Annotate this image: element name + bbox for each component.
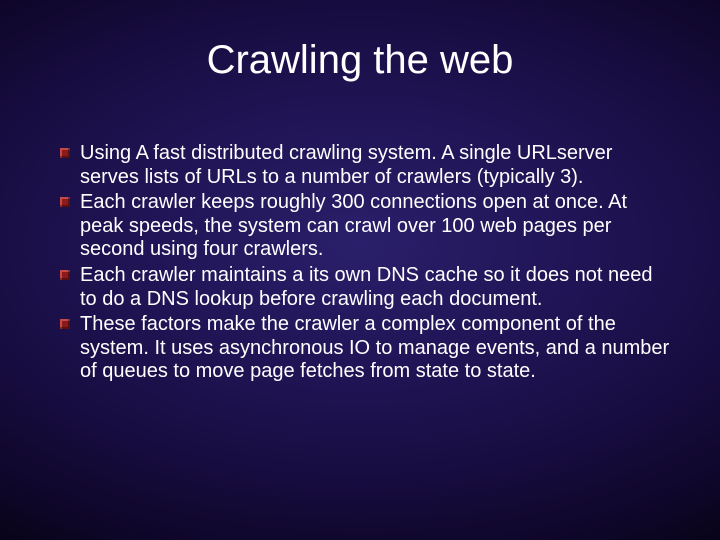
bullet-icon [60,270,70,280]
bullet-text: Using A fast distributed crawling system… [80,142,670,189]
bullet-text: Each crawler keeps roughly 300 connectio… [80,191,670,262]
bullet-icon [60,319,70,329]
bullet-text: These factors make the crawler a complex… [80,313,670,384]
bullet-text: Each crawler maintains a its own DNS cac… [80,264,670,311]
list-item: These factors make the crawler a complex… [60,313,670,384]
list-item: Each crawler keeps roughly 300 connectio… [60,191,670,262]
list-item: Using A fast distributed crawling system… [60,142,670,189]
bullet-icon [60,197,70,207]
slide-title: Crawling the web [0,38,720,83]
list-item: Each crawler maintains a its own DNS cac… [60,264,670,311]
slide: Crawling the web Using A fast distribute… [0,0,720,540]
slide-body: Using A fast distributed crawling system… [60,142,670,386]
bullet-icon [60,148,70,158]
